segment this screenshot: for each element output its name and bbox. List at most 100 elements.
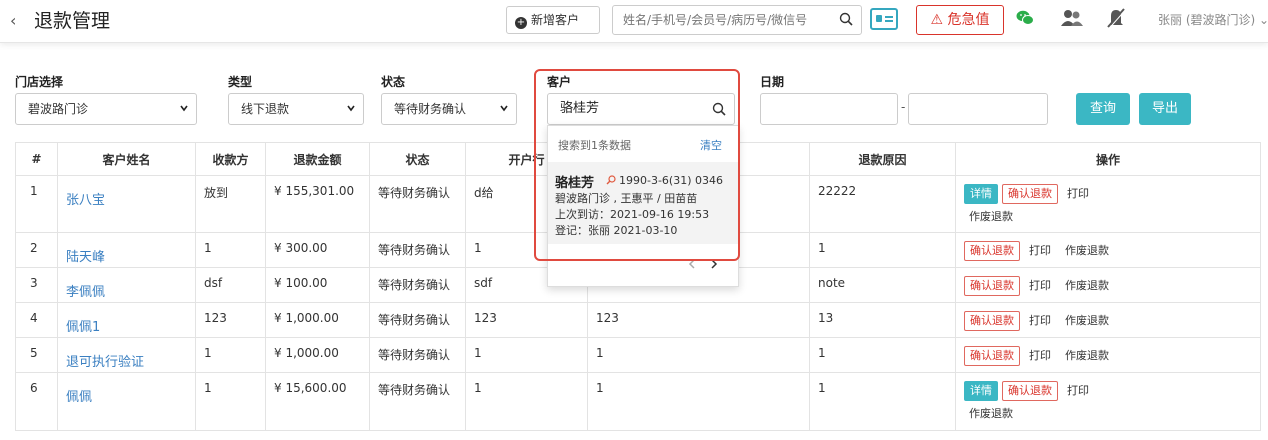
detail-button[interactable]: 详情 (964, 184, 998, 204)
store-select-value: 碧波路门诊 (28, 102, 89, 116)
plus-icon: + (515, 17, 527, 29)
reason-cell: 1 (809, 372, 956, 431)
highlight-frame (534, 69, 740, 261)
new-customer-button[interactable]: + 新增客户 (506, 6, 600, 34)
row-index: 6 (15, 372, 58, 431)
store-label: 门店选择 (15, 75, 64, 89)
col-header-payee: 收款方 (195, 142, 266, 176)
reason-cell: 1 (809, 337, 956, 373)
row-index: 5 (15, 337, 58, 373)
payee-cell: 123 (195, 302, 266, 338)
col-header-name: 客户姓名 (57, 142, 196, 176)
chevron-down-icon (500, 105, 508, 112)
top-bar: ‹ 退款管理 + 新增客户 ⚠ 危急值 张丽 (碧波路门诊) ⌄ (0, 0, 1268, 43)
confirm-refund-button[interactable]: 确认退款 (964, 311, 1020, 331)
status-cell: 等待财务确认 (369, 337, 466, 373)
payee-cell: 1 (195, 232, 266, 268)
reason-cell: 13 (809, 302, 956, 338)
search-icon[interactable] (839, 12, 853, 26)
print-button[interactable]: 打印 (1062, 382, 1094, 400)
status-cell: 等待财务确认 (369, 267, 466, 303)
type-select-value: 线下退款 (241, 102, 290, 116)
type-select[interactable]: 线下退款 (228, 93, 364, 125)
row-index: 2 (15, 232, 58, 268)
row-index: 4 (15, 302, 58, 338)
confirm-refund-button[interactable]: 确认退款 (1002, 184, 1058, 204)
wechat-icon[interactable] (1016, 10, 1034, 26)
amount-cell: ¥ 300.00 (265, 232, 370, 268)
col-header-index: # (15, 142, 58, 176)
print-button[interactable]: 打印 (1024, 347, 1056, 365)
print-button[interactable]: 打印 (1024, 312, 1056, 330)
detail-button[interactable]: 详情 (964, 381, 998, 401)
void-refund-button[interactable]: 作废退款 (1060, 277, 1114, 295)
chevron-down-icon (180, 105, 188, 112)
confirm-refund-button[interactable]: 确认退款 (1002, 381, 1058, 401)
global-search[interactable] (612, 5, 862, 35)
account-cell: 123 (587, 302, 810, 338)
print-button[interactable]: 打印 (1062, 185, 1094, 203)
void-refund-button[interactable]: 作废退款 (1060, 312, 1114, 330)
ops-cell: 确认退款 打印 作废退款 (955, 267, 1261, 303)
store-select[interactable]: 碧波路门诊 (15, 93, 197, 125)
customer-name-link[interactable]: 李佩佩 (66, 281, 105, 300)
date-separator: - (901, 100, 906, 114)
reason-cell: note (809, 267, 956, 303)
amount-cell: ¥ 15,600.00 (265, 372, 370, 431)
col-header-status: 状态 (369, 142, 466, 176)
date-label: 日期 (760, 75, 785, 89)
table-row: 6 佩佩 1 ¥ 15,600.00 等待财务确认 1 1 1 详情 确认退款 打印… (15, 372, 1261, 431)
export-button[interactable]: 导出 (1139, 93, 1191, 125)
critical-value-button[interactable]: ⚠ 危急值 (916, 5, 1004, 35)
void-refund-button[interactable]: 作废退款 (964, 405, 1018, 423)
payee-cell: 放到 (195, 175, 266, 233)
id-card-icon[interactable] (870, 8, 898, 30)
bank-cell: 1 (465, 372, 588, 431)
confirm-refund-button[interactable]: 确认退款 (964, 346, 1020, 366)
payee-cell: 1 (195, 372, 266, 431)
account-cell: 1 (587, 337, 810, 373)
confirm-refund-button[interactable]: 确认退款 (964, 241, 1020, 261)
amount-cell: ¥ 155,301.00 (265, 175, 370, 233)
void-refund-button[interactable]: 作废退款 (964, 208, 1018, 226)
customer-name-link[interactable]: 佩佩 (66, 386, 92, 405)
bank-cell: 1 (465, 337, 588, 373)
payee-cell: 1 (195, 337, 266, 373)
confirm-refund-button[interactable]: 确认退款 (964, 276, 1020, 296)
customer-name-link[interactable]: 退可执行验证 (66, 351, 144, 370)
customer-name-link[interactable]: 陆天峰 (66, 246, 105, 265)
row-index: 1 (15, 175, 58, 233)
query-button[interactable]: 查询 (1076, 93, 1130, 125)
bank-cell: 123 (465, 302, 588, 338)
void-refund-button[interactable]: 作废退款 (1060, 242, 1114, 260)
critical-value-label: 危急值 (947, 12, 990, 28)
status-cell: 等待财务确认 (369, 302, 466, 338)
status-cell: 等待财务确认 (369, 175, 466, 233)
print-button[interactable]: 打印 (1024, 242, 1056, 260)
col-header-amount: 退款金额 (265, 142, 370, 176)
void-refund-button[interactable]: 作废退款 (1060, 347, 1114, 365)
status-select[interactable]: 等待财务确认 (381, 93, 517, 125)
user-menu[interactable]: 张丽 (碧波路门诊) ⌄ (1158, 11, 1268, 28)
amount-cell: ¥ 1,000.00 (265, 337, 370, 373)
back-icon[interactable]: ‹ (10, 12, 24, 30)
ops-cell: 确认退款 打印 作废退款 (955, 232, 1261, 268)
customer-name-link[interactable]: 张八宝 (66, 189, 105, 208)
status-select-value: 等待财务确认 (394, 102, 467, 116)
group-icon[interactable] (1060, 8, 1084, 28)
customer-name-link[interactable]: 佩佩1 (66, 316, 100, 335)
table-row: 5 退可执行验证 1 ¥ 1,000.00 等待财务确认 1 1 1 确认退款打… (15, 337, 1261, 373)
ops-cell: 详情 确认退款 打印 作废退款 (955, 175, 1261, 233)
amount-cell: ¥ 100.00 (265, 267, 370, 303)
date-end-input[interactable] (908, 93, 1048, 125)
mute-icon[interactable] (1106, 7, 1126, 29)
status-cell: 等待财务确认 (369, 232, 466, 268)
table-row: 4 佩佩1 123 ¥ 1,000.00 等待财务确认 123 123 13 确… (15, 302, 1261, 338)
page-title: 退款管理 (34, 10, 111, 32)
ops-cell: 确认退款 打印 作废退款 (955, 337, 1261, 373)
print-button[interactable]: 打印 (1024, 277, 1056, 295)
chevron-down-icon (347, 105, 355, 112)
date-start-input[interactable] (760, 93, 898, 125)
reason-cell: 22222 (809, 175, 956, 233)
global-search-input[interactable] (613, 6, 848, 34)
